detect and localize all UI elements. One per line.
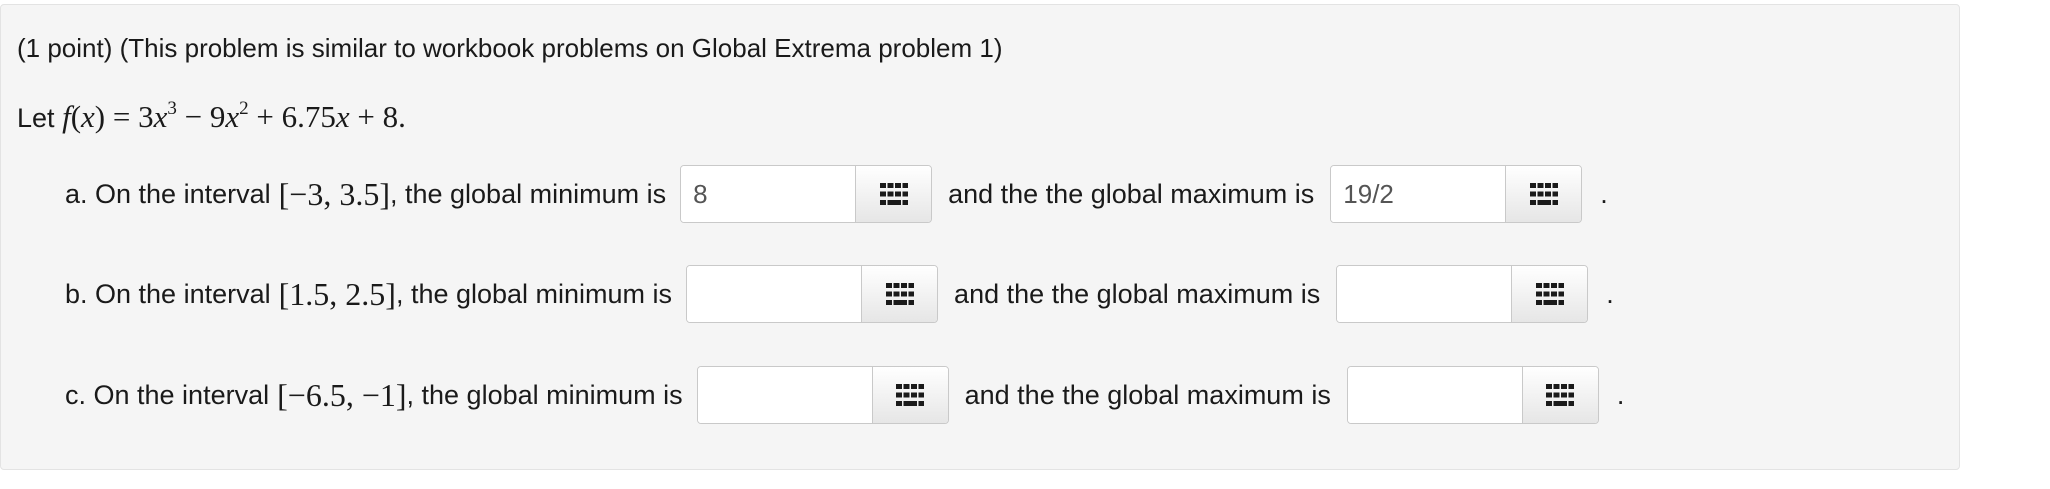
problem-panel: (1 point) (This problem is similar to wo… [0,4,1960,470]
part-a-min-answer [680,165,933,223]
keypad-grid-icon [1529,183,1558,205]
part-c-max-input[interactable] [1347,367,1522,423]
part-b-max-answer [1336,265,1589,323]
part-c-max-text: and the the global maximum is [964,379,1331,410]
part-a: a. On the interval [−3, 3.5] , the globa… [65,164,1608,224]
part-a-max-text: and the the global maximum is [948,178,1315,209]
part-c-min-input[interactable] [697,367,872,423]
part-b-end: . [1606,278,1614,309]
part-b-max-input[interactable] [1337,266,1512,322]
part-a-max-equation-editor-button[interactable] [1505,166,1582,222]
part-b-min-text: , the global minimum is [395,278,673,309]
keypad-grid-icon [1546,384,1575,406]
part-b-min-answer [686,265,939,323]
part-b-min-input[interactable] [687,266,862,322]
part-b-min-equation-editor-button[interactable] [861,266,938,322]
part-a-max-answer [1330,165,1583,223]
function-definition: Let f(x) = 3x3 − 9x2 + 6.75x + 8. [17,97,406,138]
part-c-min-text: , the global minimum is [406,379,683,410]
let-label: Let [17,103,55,133]
part-b-max-text: and the the global maximum is [954,278,1321,309]
part-a-end: . [1600,178,1608,209]
part-c-min-equation-editor-button[interactable] [871,367,948,423]
part-a-prefix: a. On the interval [65,178,271,209]
part-b: b. On the interval [1.5, 2.5] , the glob… [65,264,1614,324]
part-b-prefix: b. On the interval [65,278,271,309]
part-c-prefix: c. On the interval [65,379,270,410]
part-c-min-answer [696,366,949,424]
part-a-min-input[interactable] [681,166,856,222]
function-expression: f(x) = 3x3 − 9x2 + 6.75x + 8. [62,98,406,134]
part-c-max-equation-editor-button[interactable] [1521,367,1598,423]
part-c-end: . [1616,379,1625,410]
part-a-min-text: , the global minimum is [389,178,667,209]
part-b-interval: [1.5, 2.5] [278,275,396,312]
part-a-min-equation-editor-button[interactable] [855,166,932,222]
part-c-interval: [−6.5, −1] [277,376,407,413]
keypad-grid-icon [1535,283,1564,305]
part-a-interval: [−3, 3.5] [278,175,390,212]
keypad-grid-icon [896,384,925,406]
part-b-max-equation-editor-button[interactable] [1511,266,1588,322]
problem-header: (1 point) (This problem is similar to wo… [17,33,1003,63]
keypad-grid-icon [885,283,914,305]
part-c: c. On the interval [−6.5, −1] , the glob… [65,365,1624,425]
keypad-grid-icon [879,183,908,205]
part-c-max-answer [1346,366,1599,424]
part-a-max-input[interactable] [1331,166,1506,222]
